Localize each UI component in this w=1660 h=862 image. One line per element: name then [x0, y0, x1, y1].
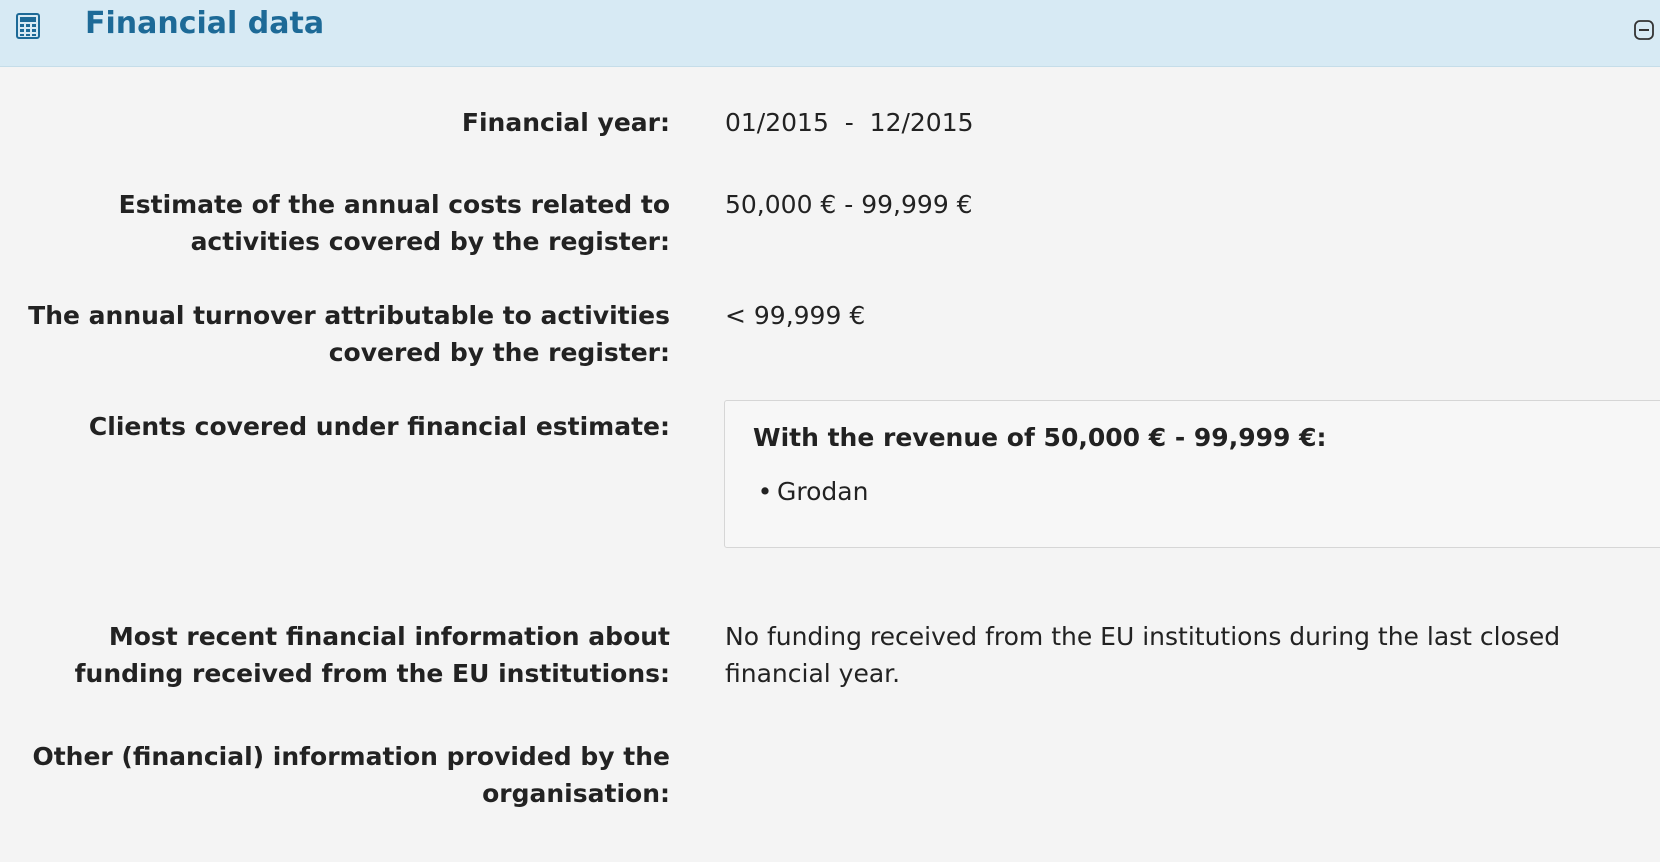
client-item: Grodan — [753, 473, 868, 510]
eu-funding-label-line1: Most recent financial information about — [108, 622, 670, 651]
eu-funding-label: Most recent financial information about … — [10, 618, 670, 692]
financial-data-panel: Financial data Financial year: 01/2015 -… — [0, 0, 1660, 862]
other-info-label: Other (financial) information provided b… — [10, 738, 670, 812]
panel-title: Financial data — [85, 6, 325, 41]
other-info-label-line1: Other (financial) information provided b… — [32, 742, 670, 771]
financial-year-value: 01/2015 - 12/2015 — [725, 108, 974, 137]
financial-year-label: Financial year: — [461, 108, 670, 137]
annual-costs-label-line2: activities covered by the register: — [190, 227, 670, 256]
other-info-label-line2: organisation: — [482, 779, 670, 808]
turnover-label-line1: The annual turnover attributable to acti… — [28, 301, 670, 330]
calculator-icon — [16, 13, 40, 39]
eu-funding-value-line1: No funding received from the EU institut… — [725, 622, 1561, 651]
clients-list: Grodan — [753, 473, 868, 510]
collapse-minus-icon[interactable] — [1632, 18, 1656, 42]
annual-costs-label: Estimate of the annual costs related to … — [10, 186, 670, 260]
turnover-label: The annual turnover attributable to acti… — [10, 297, 670, 371]
clients-box-heading: With the revenue of 50,000 € - 99,999 €: — [753, 423, 1327, 452]
eu-funding-value: No funding received from the EU institut… — [725, 618, 1625, 692]
panel-header[interactable]: Financial data — [0, 0, 1660, 67]
annual-costs-label-line1: Estimate of the annual costs related to — [118, 190, 670, 219]
turnover-label-line2: covered by the register: — [328, 338, 670, 367]
eu-funding-value-line2: financial year. — [725, 659, 901, 688]
clients-box: With the revenue of 50,000 € - 99,999 €:… — [724, 400, 1660, 548]
turnover-value: < 99,999 € — [725, 301, 866, 330]
eu-funding-label-line2: funding received from the EU institution… — [74, 659, 670, 688]
clients-label: Clients covered under financial estimate… — [88, 412, 670, 441]
annual-costs-value: 50,000 € - 99,999 € — [725, 190, 973, 219]
